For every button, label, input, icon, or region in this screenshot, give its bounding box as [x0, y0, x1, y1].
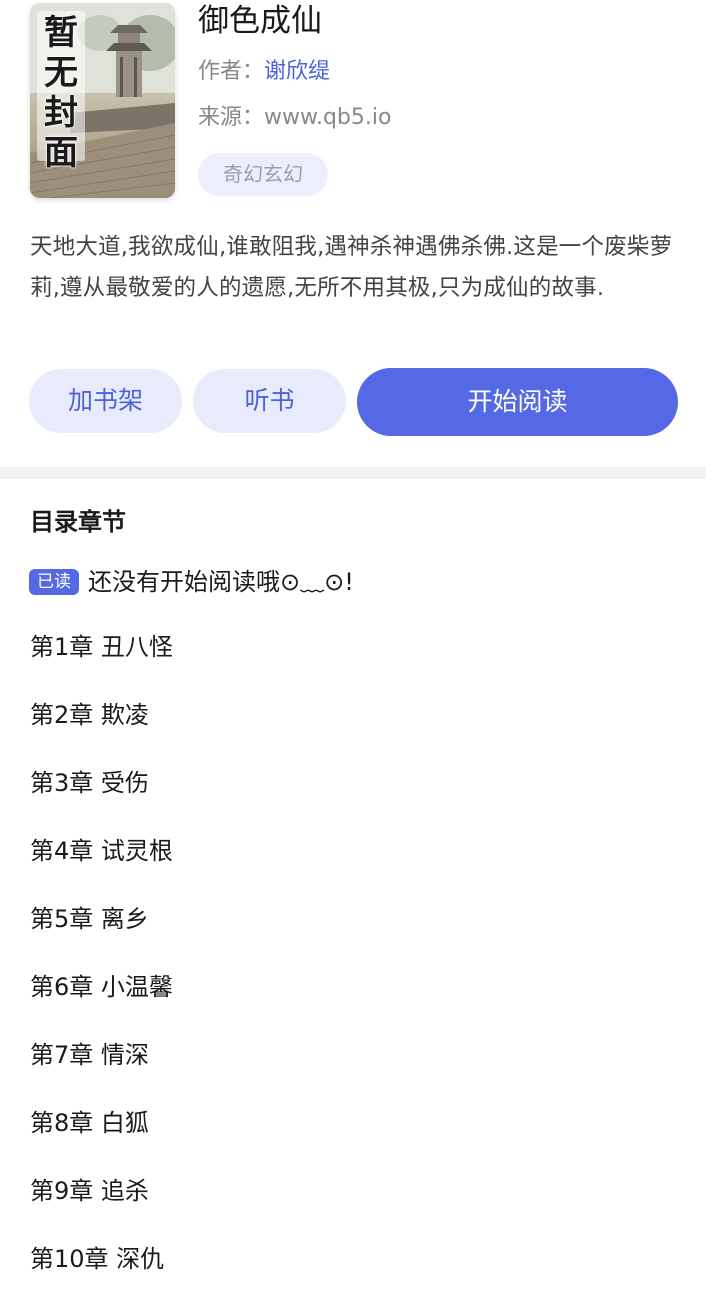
- catalog-title: 目录章节: [30, 508, 126, 536]
- source-row: 来源：www.qb5.io: [198, 103, 391, 133]
- author-row: 作者：谢欣缇: [198, 57, 330, 87]
- book-title: 御色成仙: [198, 3, 322, 39]
- source-value: www.qb5.io: [264, 105, 392, 130]
- chapter-list: 第1章 丑八怪 第2章 欺凌 第3章 受伤 第4章 试灵根 第5章 离乡 第6章…: [0, 613, 706, 1293]
- author-label: 作者：: [198, 59, 265, 84]
- chapter-item[interactable]: 第5章 离乡: [0, 885, 706, 953]
- listen-button[interactable]: 听书: [193, 369, 346, 433]
- author-link[interactable]: 谢欣缇: [264, 59, 330, 84]
- cover-char: 封: [44, 93, 78, 133]
- book-intro: 天地大道,我欲成仙,谁敢阻我,遇神杀神遇佛杀佛.这是一个废柴萝莉,遵从最敬爱的人…: [30, 234, 673, 301]
- cover-placeholder-text: 暂 无 封 面: [40, 13, 82, 173]
- chapter-item[interactable]: 第10章 深仇: [0, 1225, 706, 1293]
- start-reading-button[interactable]: 开始阅读: [357, 368, 678, 436]
- chapter-item[interactable]: 第6章 小温馨: [0, 953, 706, 1021]
- source-label: 来源：: [198, 105, 265, 130]
- book-info-section: 暂 无 封 面 御色成仙 作者：谢欣缇 来源：www.qb5.io 奇幻玄幻 天…: [0, 0, 706, 470]
- cover-char: 暂: [44, 13, 78, 53]
- cover-char: 无: [44, 53, 78, 93]
- reading-progress-text: 还没有开始阅读哦⊙﹏⊙!: [88, 568, 354, 596]
- chapter-item[interactable]: 第8章 白狐: [0, 1089, 706, 1157]
- cover-char: 面: [44, 133, 78, 173]
- add-to-shelf-button[interactable]: 加书架: [29, 369, 182, 433]
- chapter-item[interactable]: 第2章 欺凌: [0, 681, 706, 749]
- reading-progress-row: 已读 还没有开始阅读哦⊙﹏⊙!: [29, 565, 354, 599]
- chapter-item[interactable]: 第7章 情深: [0, 1021, 706, 1089]
- chapter-item[interactable]: 第1章 丑八怪: [0, 613, 706, 681]
- read-status-badge: 已读: [29, 569, 79, 595]
- chapter-item[interactable]: 第9章 追杀: [0, 1157, 706, 1225]
- genre-tag[interactable]: 奇幻玄幻: [198, 153, 328, 196]
- chapter-item[interactable]: 第4章 试灵根: [0, 817, 706, 885]
- chapter-item[interactable]: 第3章 受伤: [0, 749, 706, 817]
- book-cover-image[interactable]: 暂 无 封 面: [30, 3, 175, 198]
- section-divider: [0, 467, 706, 479]
